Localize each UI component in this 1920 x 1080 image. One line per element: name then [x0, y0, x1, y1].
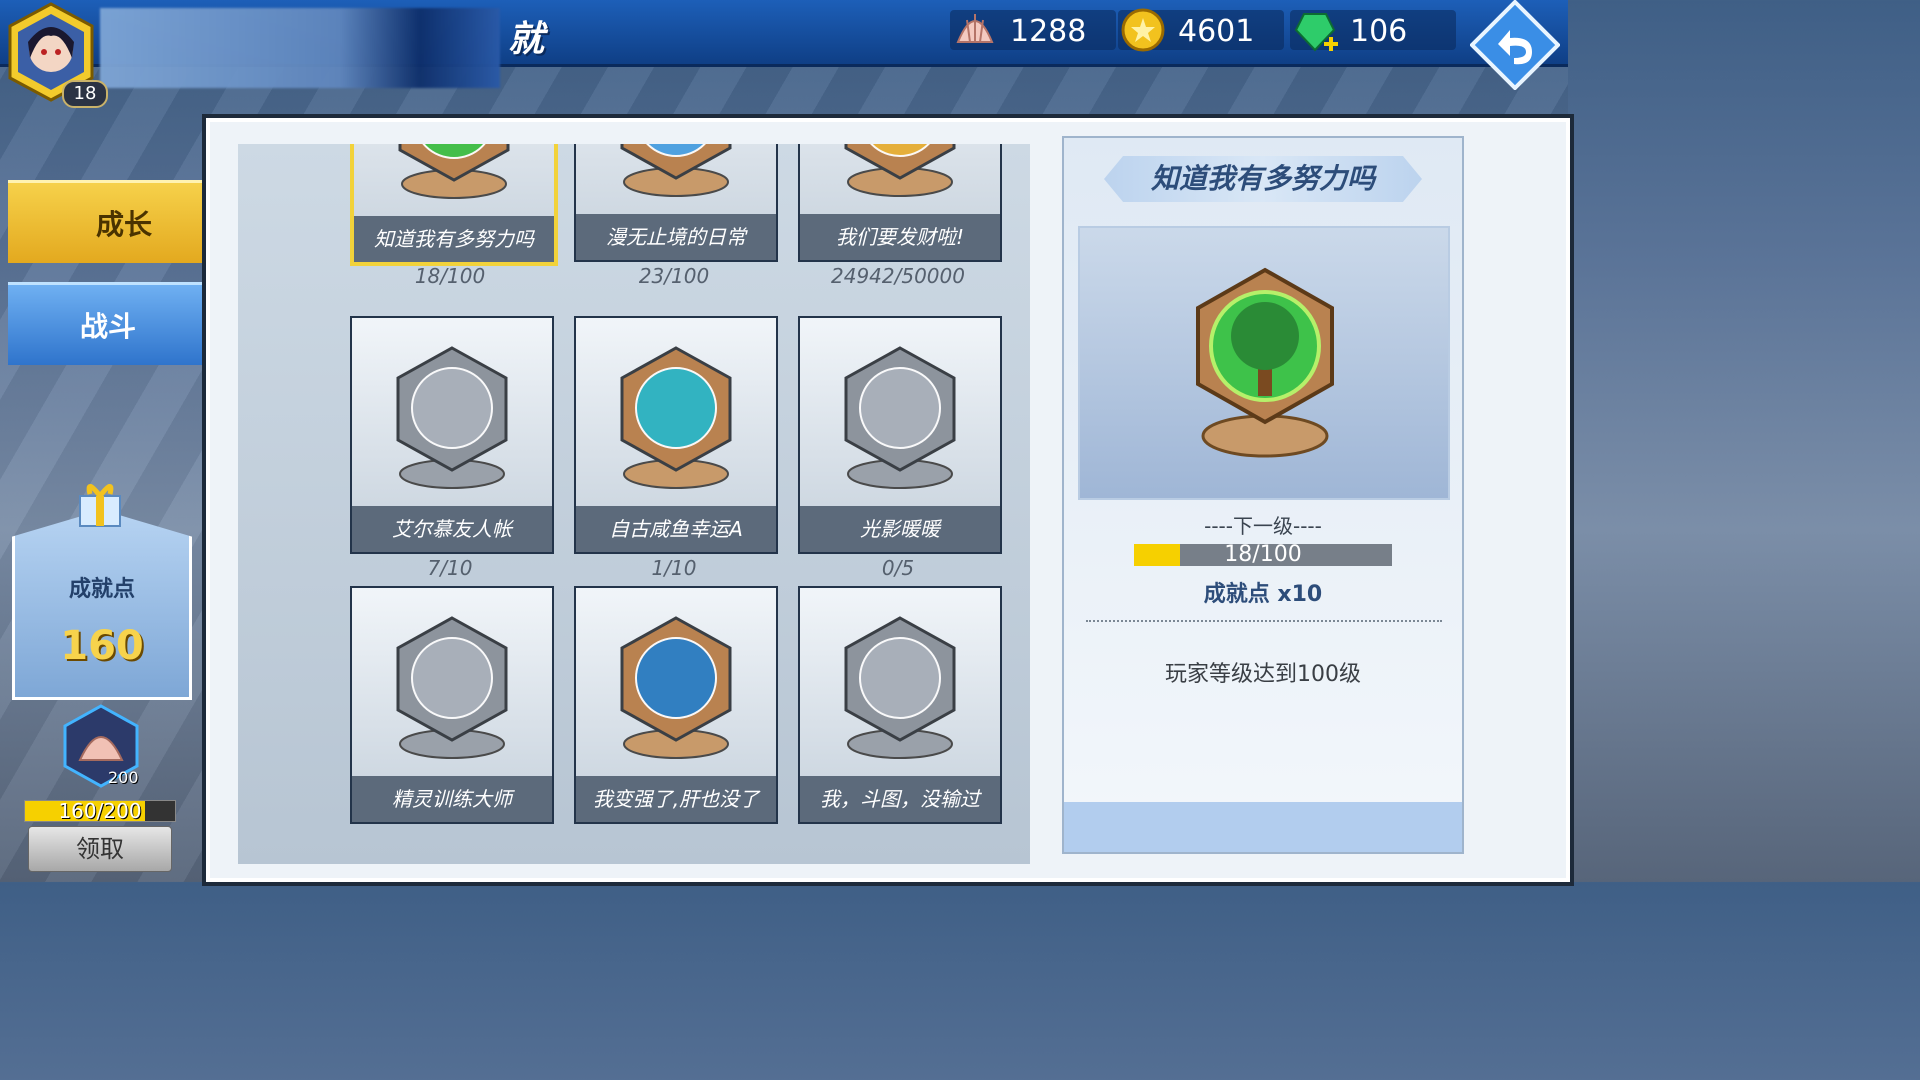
achievement-points-label: 成就点	[68, 577, 135, 602]
gold-coin-icon	[1121, 8, 1165, 52]
achievement-name: 知道我有多努力吗	[354, 216, 554, 262]
player-level-badge: 18	[62, 80, 108, 108]
detail-title: 知道我有多努力吗	[1104, 156, 1422, 202]
detail-footer	[1064, 802, 1462, 852]
achievement-name: 精灵训练大师	[352, 776, 552, 822]
achievement-medal-icon	[844, 346, 956, 489]
achievement-medal-icon	[844, 144, 956, 197]
detail-medal-frame	[1078, 226, 1450, 500]
next-level-label: ----下一级----	[1204, 514, 1322, 538]
achievement-progress: 24942/50000	[831, 264, 965, 288]
shell-progress-bar: 160/200	[24, 799, 176, 823]
shell-count: 1288	[1010, 14, 1087, 49]
achievement-points-panel: 成就点 160	[12, 510, 192, 700]
achievement-card[interactable]: 我，斗图，没输过	[798, 586, 1002, 824]
detail-reward: 成就点 x10	[1203, 582, 1323, 607]
achievement-name: 我们要发财啦!	[800, 214, 1000, 260]
achievement-grid: 知道我有多努力吗 18/100 漫无止境的日常 23/100 我们要发财啦! 24942/…	[238, 144, 1030, 864]
gem-count: 106	[1350, 14, 1408, 49]
tab-battle[interactable]: 战斗	[8, 282, 208, 365]
return-arrow-icon	[1469, 0, 1561, 91]
achievement-progress: 18/100	[414, 264, 486, 288]
achievement-card[interactable]: 精灵训练大师	[350, 586, 554, 824]
shell-icon	[956, 14, 994, 43]
achievement-medal-icon	[620, 144, 732, 197]
gold-count: 4601	[1178, 14, 1255, 49]
divider	[1086, 620, 1442, 622]
claim-button[interactable]: 领取	[28, 826, 172, 872]
achievement-detail: 知道我有多努力吗 ----下一级---- 18/100 成就点 x10 玩家等级…	[1062, 136, 1464, 854]
detail-progress-bar: 18/100	[1134, 542, 1392, 567]
achievement-points-value: 160	[60, 623, 144, 669]
green-gem-icon	[1294, 13, 1338, 52]
achievement-medal-icon	[396, 616, 508, 759]
achievement-name: 漫无止境的日常	[576, 214, 776, 260]
detail-description: 玩家等级达到100级	[1165, 662, 1361, 687]
gold-counter: 4601	[1118, 8, 1284, 52]
achievement-card[interactable]: 漫无止境的日常	[574, 144, 778, 262]
achievement-name: 我变强了,肝也没了	[576, 776, 776, 822]
page-title: 就	[508, 19, 545, 60]
gem-counter[interactable]: 106	[1290, 10, 1456, 52]
tree-medal-icon	[1196, 267, 1334, 458]
achievement-card[interactable]: 艾尔慕友人帐	[350, 316, 554, 554]
achievement-panel: 知道我有多努力吗 18/100 漫无止境的日常 23/100 我们要发财啦! 24942/…	[206, 118, 1570, 882]
achievement-progress: 0/5	[881, 556, 915, 580]
achievement-card[interactable]: 我变强了,肝也没了	[574, 586, 778, 824]
achievement-card[interactable]: 自古咸鱼幸运A	[574, 316, 778, 554]
achievement-name: 光影暖暖	[800, 506, 1000, 552]
achievement-medal-icon	[398, 144, 510, 199]
detail-progress-text: 18/100	[1224, 542, 1302, 567]
achievement-progress: 1/10	[651, 556, 697, 580]
back-button[interactable]	[1469, 0, 1561, 91]
achievement-medal-icon	[620, 616, 732, 759]
achievement-medal-icon	[844, 616, 956, 759]
shell-progress-text: 160/200	[58, 799, 142, 823]
achievement-name: 艾尔慕友人帐	[352, 506, 552, 552]
achievement-card[interactable]: 知道我有多努力吗	[350, 144, 558, 266]
blurred-player-name	[100, 8, 500, 88]
shell-counter: 1288	[950, 10, 1116, 50]
achievement-name: 我，斗图，没输过	[800, 776, 1000, 822]
achievement-medal-icon	[620, 346, 732, 489]
achievement-card[interactable]: 我们要发财啦!	[798, 144, 1002, 262]
achievement-card[interactable]: 光影暖暖	[798, 316, 1002, 554]
achievement-progress: 7/10	[427, 556, 473, 580]
achievement-progress: 23/100	[638, 264, 710, 288]
gift-box-icon	[79, 484, 121, 527]
achievement-name: 自古咸鱼幸运A	[576, 506, 776, 552]
achievement-medal-icon	[396, 346, 508, 489]
shell-reward-count: 200	[108, 768, 139, 787]
